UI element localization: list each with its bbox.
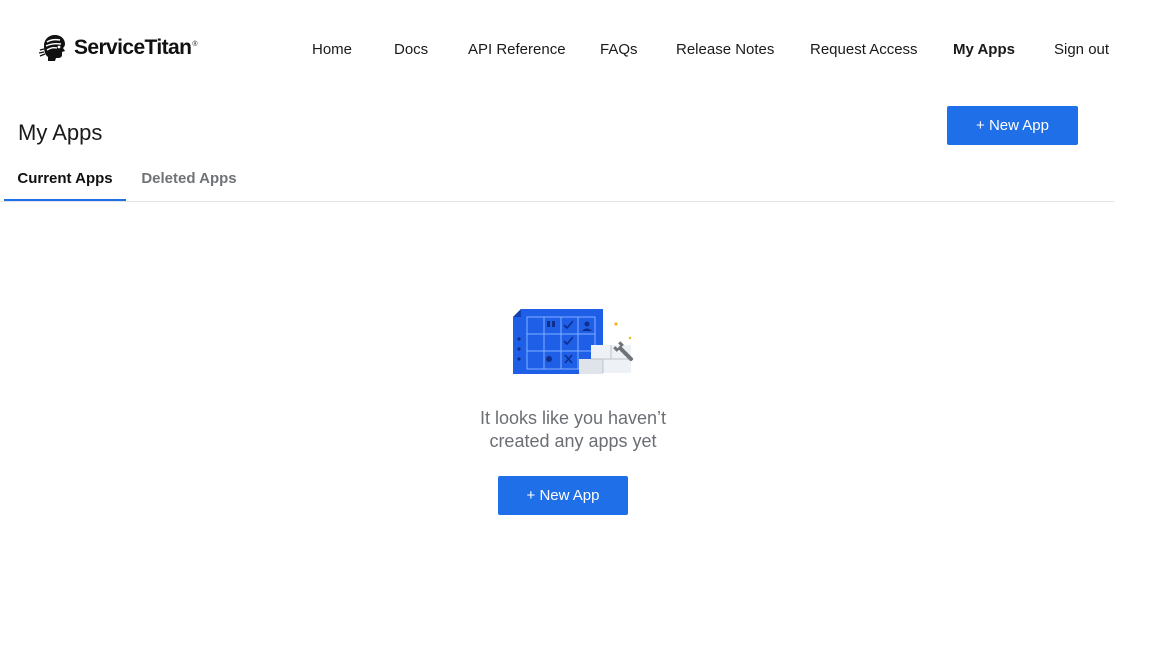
tab-current-apps[interactable]: Current Apps xyxy=(4,160,126,201)
nav-item-faqs[interactable]: FAQs xyxy=(600,40,638,60)
blueprint-grid-with-wrench-icon xyxy=(513,309,634,374)
nav-item-release-notes[interactable]: Release Notes xyxy=(676,40,774,60)
nav-item-home[interactable]: Home xyxy=(312,40,352,60)
empty-state-new-app-button[interactable]: + New App xyxy=(498,476,628,515)
new-app-button[interactable]: + New App xyxy=(947,106,1078,145)
empty-state-message: It looks like you haven’t created any ap… xyxy=(423,407,723,453)
nav-item-my-apps[interactable]: My Apps xyxy=(953,40,1015,60)
nav-item-docs[interactable]: Docs xyxy=(394,40,428,60)
empty-state-line-2: created any apps yet xyxy=(489,431,657,451)
main-nav: Home Docs API Reference FAQs Release Not… xyxy=(0,40,1175,60)
app-tabs: Current Apps Deleted Apps xyxy=(0,160,1114,202)
nav-item-sign-out[interactable]: Sign out xyxy=(1054,40,1109,60)
page-title: My Apps xyxy=(18,120,103,145)
page: ServiceTitan ® Home Docs API Reference FA… xyxy=(0,0,1175,655)
site-header: ServiceTitan ® Home Docs API Reference FA… xyxy=(0,0,1175,100)
tab-deleted-apps[interactable]: Deleted Apps xyxy=(128,160,250,199)
nav-item-request-access[interactable]: Request Access xyxy=(810,40,918,60)
empty-state-line-1: It looks like you haven’t xyxy=(479,408,667,428)
nav-item-api-reference[interactable]: API Reference xyxy=(468,40,566,60)
